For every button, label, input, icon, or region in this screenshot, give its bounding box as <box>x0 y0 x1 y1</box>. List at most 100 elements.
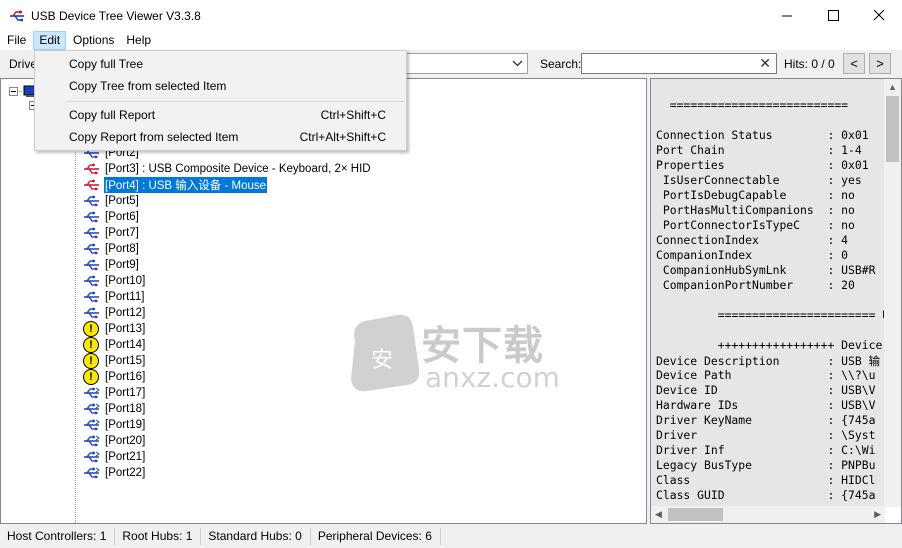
window-title: USB Device Tree Viewer V3.3.8 <box>31 8 201 23</box>
menu-copy-report-selected[interactable]: Copy Report from selected Item Ctrl+Alt+… <box>35 126 406 148</box>
report-line: Class GUID : {745a <box>656 488 876 502</box>
report-line: Device ID : USB\V <box>656 383 876 397</box>
horizontal-scrollbar[interactable]: ◀ ▶ <box>651 506 885 523</box>
tree-port-label: [Port21] <box>105 451 146 463</box>
usb-port-icon <box>83 306 100 320</box>
tree-port-node[interactable]: [Port5] <box>83 193 140 209</box>
tree-port-label: [Port17] <box>105 387 146 399</box>
tree-port-node[interactable]: [Port12] <box>83 305 146 321</box>
menu-item-label: Copy Report from selected Item <box>69 130 239 144</box>
minimize-button[interactable] <box>764 0 810 31</box>
report-line: Legacy BusType : PNPBu <box>656 458 876 472</box>
menu-copy-full-report[interactable]: Copy full Report Ctrl+Shift+C <box>35 104 406 126</box>
previous-hit-button[interactable]: < <box>843 53 865 74</box>
search-input[interactable]: ✕ <box>581 53 777 74</box>
tree-connector-line <box>75 143 76 523</box>
usb-port-icon <box>83 274 100 288</box>
tree-port-node[interactable]: [Port20] <box>83 433 146 449</box>
tree-port-label: [Port3] : USB Composite Device - Keyboar… <box>105 163 371 175</box>
tree-port-node[interactable]: [Port6] <box>83 209 140 225</box>
report-line: Properties : 0x01 <box>656 158 869 172</box>
tree-port-node[interactable]: [Port19] <box>83 417 146 433</box>
scroll-left-icon[interactable]: ◀ <box>655 509 662 520</box>
tree-port-node[interactable]: [Port21] <box>83 449 146 465</box>
tree-port-label: [Port7] <box>105 227 139 239</box>
usb-port-icon <box>83 210 100 224</box>
warning-icon: ! <box>83 353 99 369</box>
report-line: Device Path : \\?\u <box>656 368 876 382</box>
tree-port-label: [Port6] <box>105 211 139 223</box>
usb-port-icon <box>83 258 100 272</box>
scroll-up-icon[interactable]: ▲ <box>888 82 897 92</box>
edit-menu-dropdown: Copy full Tree Copy Tree from selected I… <box>34 50 407 151</box>
usb3-port-icon <box>83 386 100 400</box>
tree-port-node[interactable]: [Port17] <box>83 385 146 401</box>
warning-icon: ! <box>83 337 99 353</box>
menu-copy-full-tree[interactable]: Copy full Tree <box>35 53 406 75</box>
tree-port-label: [Port10] <box>105 275 146 287</box>
status-root-hubs: Root Hubs: 1 <box>115 528 202 545</box>
report-line: Port Chain : 1-4 <box>656 143 862 157</box>
status-peripheral-devices: Peripheral Devices: 6 <box>311 528 441 545</box>
maximize-icon <box>827 10 839 21</box>
usb-port-icon <box>83 194 100 208</box>
report-line: ========================== <box>656 98 855 112</box>
report-panel[interactable]: ========================== Connection St… <box>650 78 902 524</box>
usb3-port-icon <box>83 466 100 480</box>
tree-port-node[interactable]: [Port3] : USB Composite Device - Keyboar… <box>83 161 372 177</box>
menu-item-shortcut: Ctrl+Alt+Shift+C <box>299 130 386 144</box>
tree-port-label: [Port18] <box>105 403 146 415</box>
menu-item-label: Copy full Report <box>69 108 156 122</box>
report-text[interactable]: ========================== Connection St… <box>651 79 885 507</box>
tree-port-label: [Port5] <box>105 195 139 207</box>
usb3-port-icon <box>83 402 100 416</box>
tree-port-label: [Port12] <box>105 307 146 319</box>
scroll-right-icon[interactable]: ▶ <box>874 509 881 520</box>
tree-port-node[interactable]: ! [Port14] <box>83 337 146 353</box>
tree-port-node[interactable]: [Port10] <box>83 273 146 289</box>
maximize-button[interactable] <box>810 0 856 31</box>
report-line: IsUserConnectable : yes <box>656 173 862 187</box>
menu-item-shortcut: Ctrl+Shift+C <box>320 108 386 122</box>
clear-search-icon[interactable]: ✕ <box>759 55 771 72</box>
vertical-scrollbar[interactable]: ▲ <box>884 79 901 507</box>
horizontal-scroll-thumb[interactable] <box>668 508 723 521</box>
tree-port-node[interactable]: ! [Port15] <box>83 353 146 369</box>
report-line: Device Description : USB 输 <box>656 354 880 368</box>
tree-port-node[interactable]: ! [Port16] <box>83 369 146 385</box>
tree-port-label: [Port16] <box>105 371 146 383</box>
report-line: +++++++++++++++++ Device <box>656 338 883 352</box>
usb-port-icon <box>83 226 100 240</box>
next-hit-button[interactable]: > <box>869 53 891 74</box>
tree-port-node[interactable]: [Port8] <box>83 241 140 257</box>
menu-help[interactable]: Help <box>121 31 156 50</box>
close-button[interactable] <box>856 0 902 31</box>
tree-port-label: [Port19] <box>105 419 146 431</box>
menu-copy-tree-selected[interactable]: Copy Tree from selected Item <box>35 75 406 97</box>
status-host-controllers: Host Controllers: 1 <box>0 528 116 545</box>
usb-port-icon <box>83 242 100 256</box>
tree-port-label: [Port4] : USB 输入设备 - Mouse <box>104 177 268 193</box>
report-line: PortIsDebugCapable : no <box>656 188 855 202</box>
tree-port-node[interactable]: [Port22] <box>83 465 146 481</box>
warning-icon: ! <box>83 321 99 337</box>
drive-combo[interactable] <box>405 53 528 74</box>
watermark-en: anxz.com <box>425 361 560 394</box>
menu-file[interactable]: File <box>2 31 31 50</box>
hits-counter: Hits: 0 / 0 <box>784 57 835 71</box>
tree-port-label: [Port22] <box>105 467 146 479</box>
menu-edit[interactable]: Edit <box>33 31 67 50</box>
tree-port-node[interactable]: [Port11] <box>83 289 145 305</box>
vertical-scroll-thumb[interactable] <box>886 96 899 162</box>
svg-text:安: 安 <box>371 348 393 373</box>
tree-port-node[interactable]: [Port4] : USB 输入设备 - Mouse <box>83 177 268 193</box>
tree-port-label: [Port8] <box>105 243 139 255</box>
usb-device-icon <box>83 178 100 192</box>
minimize-icon <box>781 15 792 17</box>
menu-options[interactable]: Options <box>68 31 119 50</box>
search-label: Search: <box>540 57 582 71</box>
tree-port-node[interactable]: [Port18] <box>83 401 146 417</box>
tree-port-node[interactable]: [Port7] <box>83 225 140 241</box>
tree-port-node[interactable]: [Port9] <box>83 257 140 273</box>
tree-port-node[interactable]: ! [Port13] <box>83 321 146 337</box>
